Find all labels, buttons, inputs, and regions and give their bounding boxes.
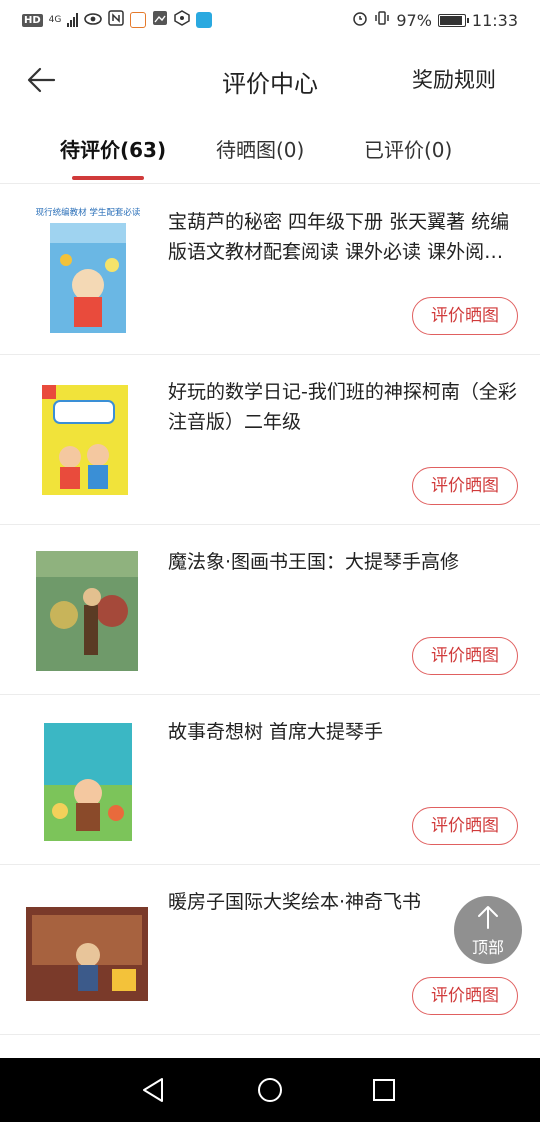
clock-time: 11:33 bbox=[471, 10, 518, 30]
hd-badge: HD bbox=[22, 13, 43, 27]
nav-home-icon[interactable] bbox=[254, 1074, 286, 1106]
list-item: 好玩的数学日记-我们班的神探柯南（全彩注音版）二年级 评价晒图 bbox=[0, 355, 540, 525]
nav-back-icon[interactable] bbox=[138, 1074, 170, 1106]
cover-banner-text: 现行统编教材 学生配套必读 bbox=[36, 207, 141, 218]
tab-bar: 待评价(63) 待晒图(0) 已评价(0) bbox=[0, 118, 540, 184]
product-title[interactable]: 宝葫芦的秘密 四年级下册 张天翼著 统编版语文教材配套阅读 课外必读 课外阅读 … bbox=[168, 207, 520, 267]
product-title[interactable]: 故事奇想树 首席大提琴手 bbox=[168, 717, 520, 747]
status-bar: HD 4G 97% 11:33 bbox=[0, 0, 540, 42]
eye-icon bbox=[84, 11, 103, 30]
product-title[interactable]: 好玩的数学日记-我们班的神探柯南（全彩注音版）二年级 bbox=[168, 377, 520, 437]
nav-recents-icon[interactable] bbox=[368, 1074, 400, 1106]
status-right: 97% 11:33 bbox=[352, 10, 518, 30]
battery-percent: 97% bbox=[396, 10, 432, 30]
vibrate-icon bbox=[374, 10, 390, 30]
network-type: 4G bbox=[48, 14, 62, 25]
alarm-icon bbox=[352, 10, 368, 30]
tab-reviewed[interactable]: 已评价(0) bbox=[364, 134, 452, 163]
back-to-top-button[interactable]: 顶部 bbox=[454, 896, 522, 964]
list-item: 故事奇想树 首席大提琴手 评价晒图 bbox=[0, 695, 540, 865]
system-nav-bar bbox=[0, 1058, 540, 1122]
back-to-top-label: 顶部 bbox=[471, 938, 504, 957]
tab-pending-review[interactable]: 待评价(63) bbox=[60, 134, 166, 163]
status-left: HD 4G bbox=[22, 10, 213, 30]
book-cover-image[interactable] bbox=[26, 715, 150, 845]
product-title[interactable]: 魔法象·图画书王国：大提琴手高修 bbox=[168, 547, 520, 577]
arrow-up-icon bbox=[478, 906, 498, 929]
review-photo-button[interactable]: 评价晒图 bbox=[412, 297, 518, 335]
review-photo-button[interactable]: 评价晒图 bbox=[412, 977, 518, 1015]
book-cover-image[interactable] bbox=[26, 885, 150, 1015]
nfc-icon bbox=[108, 10, 125, 30]
active-tab-indicator bbox=[72, 176, 144, 180]
list-item: 现行统编教材 学生配套必读 宝葫芦的秘密 四年级下册 张天翼著 统编版语文教材配… bbox=[0, 185, 540, 355]
app-notification-icon bbox=[130, 12, 147, 28]
list-item: 魔法象·图画书王国：大提琴手高修 评价晒图 bbox=[0, 525, 540, 695]
tab-pending-photos[interactable]: 待晒图(0) bbox=[216, 134, 304, 163]
app-header: 评价中心 奖励规则 bbox=[0, 42, 540, 118]
bulb-app-icon bbox=[196, 12, 213, 28]
hexagon-app-icon bbox=[174, 10, 191, 30]
review-photo-button[interactable]: 评价晒图 bbox=[412, 467, 518, 505]
reward-rules-link[interactable]: 奖励规则 bbox=[412, 64, 496, 94]
review-photo-button[interactable]: 评价晒图 bbox=[412, 807, 518, 845]
book-cover-image[interactable]: 现行统编教材 学生配套必读 bbox=[26, 205, 150, 335]
book-cover-image[interactable] bbox=[26, 545, 150, 675]
image-icon bbox=[152, 10, 168, 30]
book-cover-image[interactable] bbox=[26, 375, 150, 505]
battery-icon bbox=[437, 13, 469, 27]
pending-review-list: 现行统编教材 学生配套必读 宝葫芦的秘密 四年级下册 张天翼著 统编版语文教材配… bbox=[0, 185, 540, 1035]
review-photo-button[interactable]: 评价晒图 bbox=[412, 637, 518, 675]
signal-icon bbox=[67, 13, 79, 27]
